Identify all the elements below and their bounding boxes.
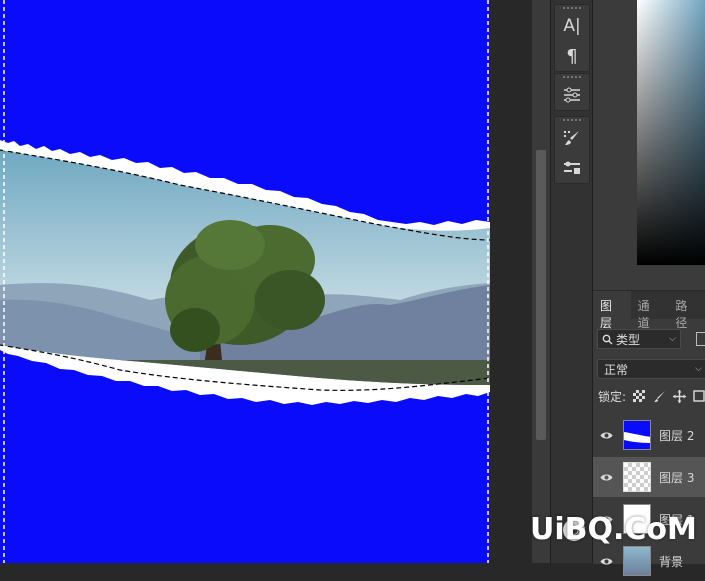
blend-mode-label: 正常	[604, 362, 629, 377]
lock-pixels-icon[interactable]	[652, 389, 666, 403]
tab-channels[interactable]: 通道	[631, 291, 669, 330]
tool-group-adjust	[554, 73, 590, 111]
filter-label: 类型	[616, 332, 641, 347]
layer-thumbnail	[623, 462, 651, 492]
search-icon	[602, 334, 613, 344]
color-picker-field[interactable]	[637, 0, 705, 265]
filter-image-icon[interactable]	[696, 332, 705, 346]
brush-presets-icon[interactable]	[555, 153, 589, 183]
lock-transparent-icon[interactable]	[632, 389, 646, 403]
tab-layers[interactable]: 图层	[593, 291, 631, 330]
tool-group-brush	[554, 116, 590, 184]
layer-thumbnail	[623, 546, 651, 576]
character-panel-icon[interactable]: A|	[555, 11, 589, 41]
tab-paths[interactable]: 路径	[668, 291, 705, 330]
layer-name[interactable]: 图层 3	[659, 469, 694, 486]
layer-row[interactable]: 图层 2	[593, 415, 705, 455]
chevron-down-icon: ⌵	[695, 364, 702, 374]
layer-filter-dropdown[interactable]: 类型 ⌵	[597, 329, 681, 349]
scrollbar-thumb[interactable]	[536, 150, 546, 440]
layer-thumbnail	[623, 420, 651, 450]
layers-panel-tabs: 图层 通道 路径	[593, 291, 705, 330]
layer-row-selected[interactable]: 图层 3	[593, 457, 705, 497]
collapsed-panels-strip: A| ¶	[550, 0, 593, 563]
paragraph-panel-icon[interactable]: ¶	[555, 41, 589, 71]
adjustments-icon[interactable]	[555, 80, 589, 110]
layer-row[interactable]: 背景	[593, 541, 705, 581]
eye-icon[interactable]	[593, 557, 619, 566]
lock-artboard-icon[interactable]	[692, 389, 705, 403]
eye-icon[interactable]	[593, 473, 619, 482]
layer-name[interactable]: 图层 2	[659, 427, 694, 444]
brush-settings-icon[interactable]	[555, 123, 589, 153]
right-panel: 图层 通道 路径 类型 ⌵ 正常 ⌵ 锁定: 图层 2 图层 3 图层 1 背景	[592, 0, 705, 576]
canvas-gutter	[490, 0, 532, 563]
document-canvas[interactable]	[0, 0, 490, 563]
tool-group-text: A| ¶	[554, 4, 590, 72]
chevron-down-icon: ⌵	[669, 334, 676, 344]
vertical-scrollbar[interactable]	[532, 0, 550, 563]
watermark: UiBQ.CoM	[530, 512, 697, 547]
lock-row: 锁定:	[598, 387, 705, 405]
layer-name[interactable]: 背景	[659, 553, 683, 570]
eye-icon[interactable]	[593, 431, 619, 440]
lock-position-icon[interactable]	[672, 389, 686, 403]
lock-label: 锁定:	[598, 389, 627, 404]
blend-mode-dropdown[interactable]: 正常 ⌵	[597, 359, 705, 379]
